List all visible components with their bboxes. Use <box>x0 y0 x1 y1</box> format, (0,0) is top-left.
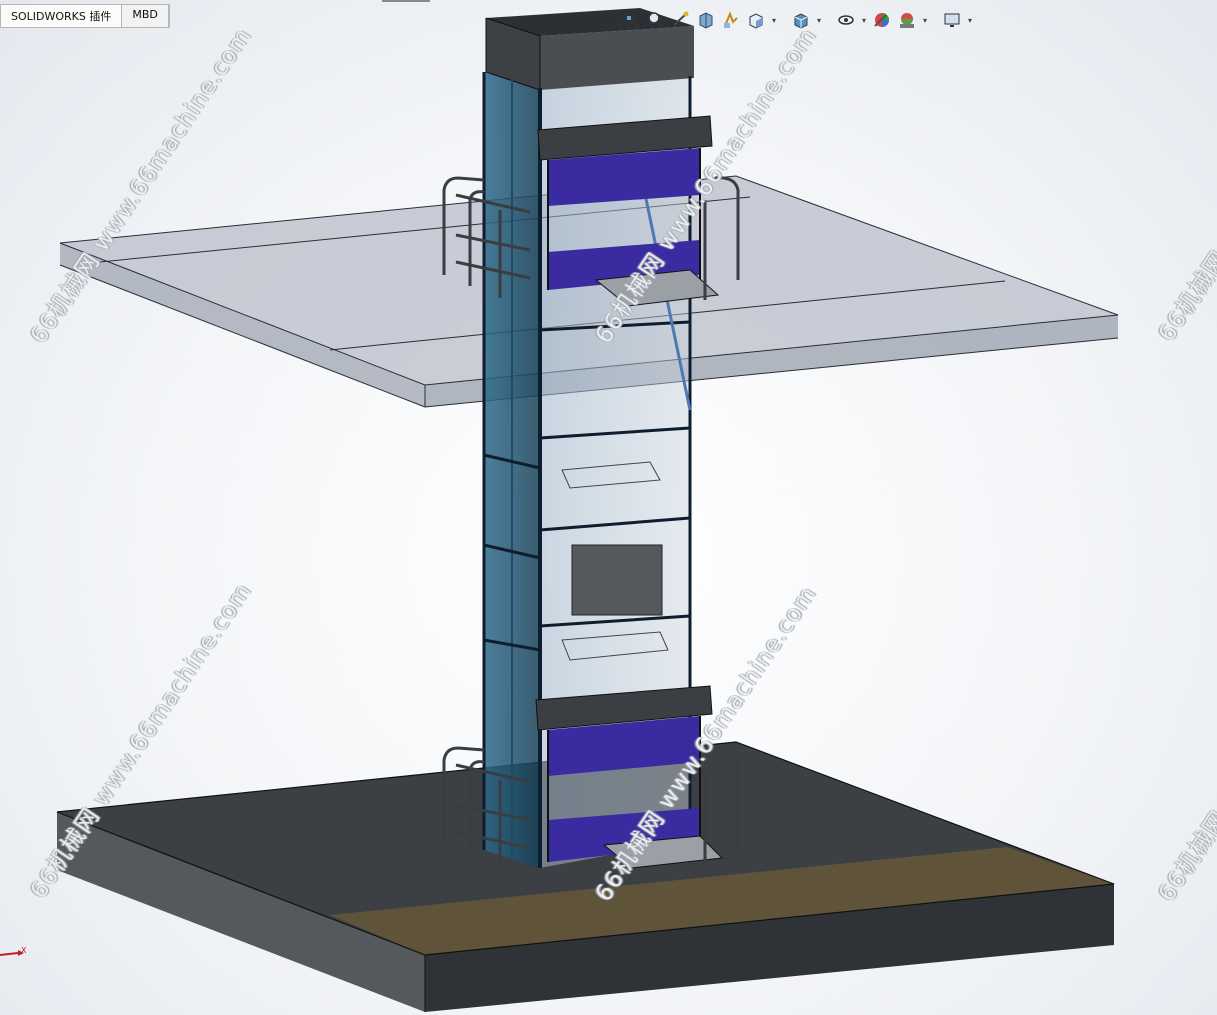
zoom-to-area-icon[interactable] <box>645 9 667 31</box>
hide-show-items-icon[interactable] <box>835 9 857 31</box>
apply-scene-dropdown-icon[interactable]: ▾ <box>921 9 929 31</box>
triad-x-label: X <box>21 946 27 955</box>
tab-mbd[interactable]: MBD <box>122 5 169 27</box>
view-orientation-dropdown-icon[interactable]: ▾ <box>770 9 778 31</box>
dynamic-annotation-icon[interactable] <box>720 9 742 31</box>
heads-up-view-toolbar: ▾ ▾ ▾ ▾ ▾ <box>620 6 974 34</box>
hide-show-dropdown-icon[interactable]: ▾ <box>860 9 868 31</box>
section-view-icon[interactable] <box>695 9 717 31</box>
view-orientation-icon[interactable] <box>745 9 767 31</box>
edit-appearance-icon[interactable] <box>871 9 893 31</box>
display-style-icon[interactable] <box>790 9 812 31</box>
view-settings-icon[interactable] <box>941 9 963 31</box>
view-settings-dropdown-icon[interactable]: ▾ <box>966 9 974 31</box>
tab-solidworks-addins[interactable]: SOLIDWORKS 插件 <box>1 5 123 27</box>
previous-view-icon[interactable] <box>670 9 692 31</box>
display-style-dropdown-icon[interactable]: ▾ <box>815 9 823 31</box>
command-manager-tabs: SOLIDWORKS 插件 MBD <box>0 4 170 28</box>
apply-scene-icon[interactable] <box>896 9 918 31</box>
tab-marker <box>382 0 430 2</box>
zoom-to-fit-icon[interactable] <box>620 9 642 31</box>
